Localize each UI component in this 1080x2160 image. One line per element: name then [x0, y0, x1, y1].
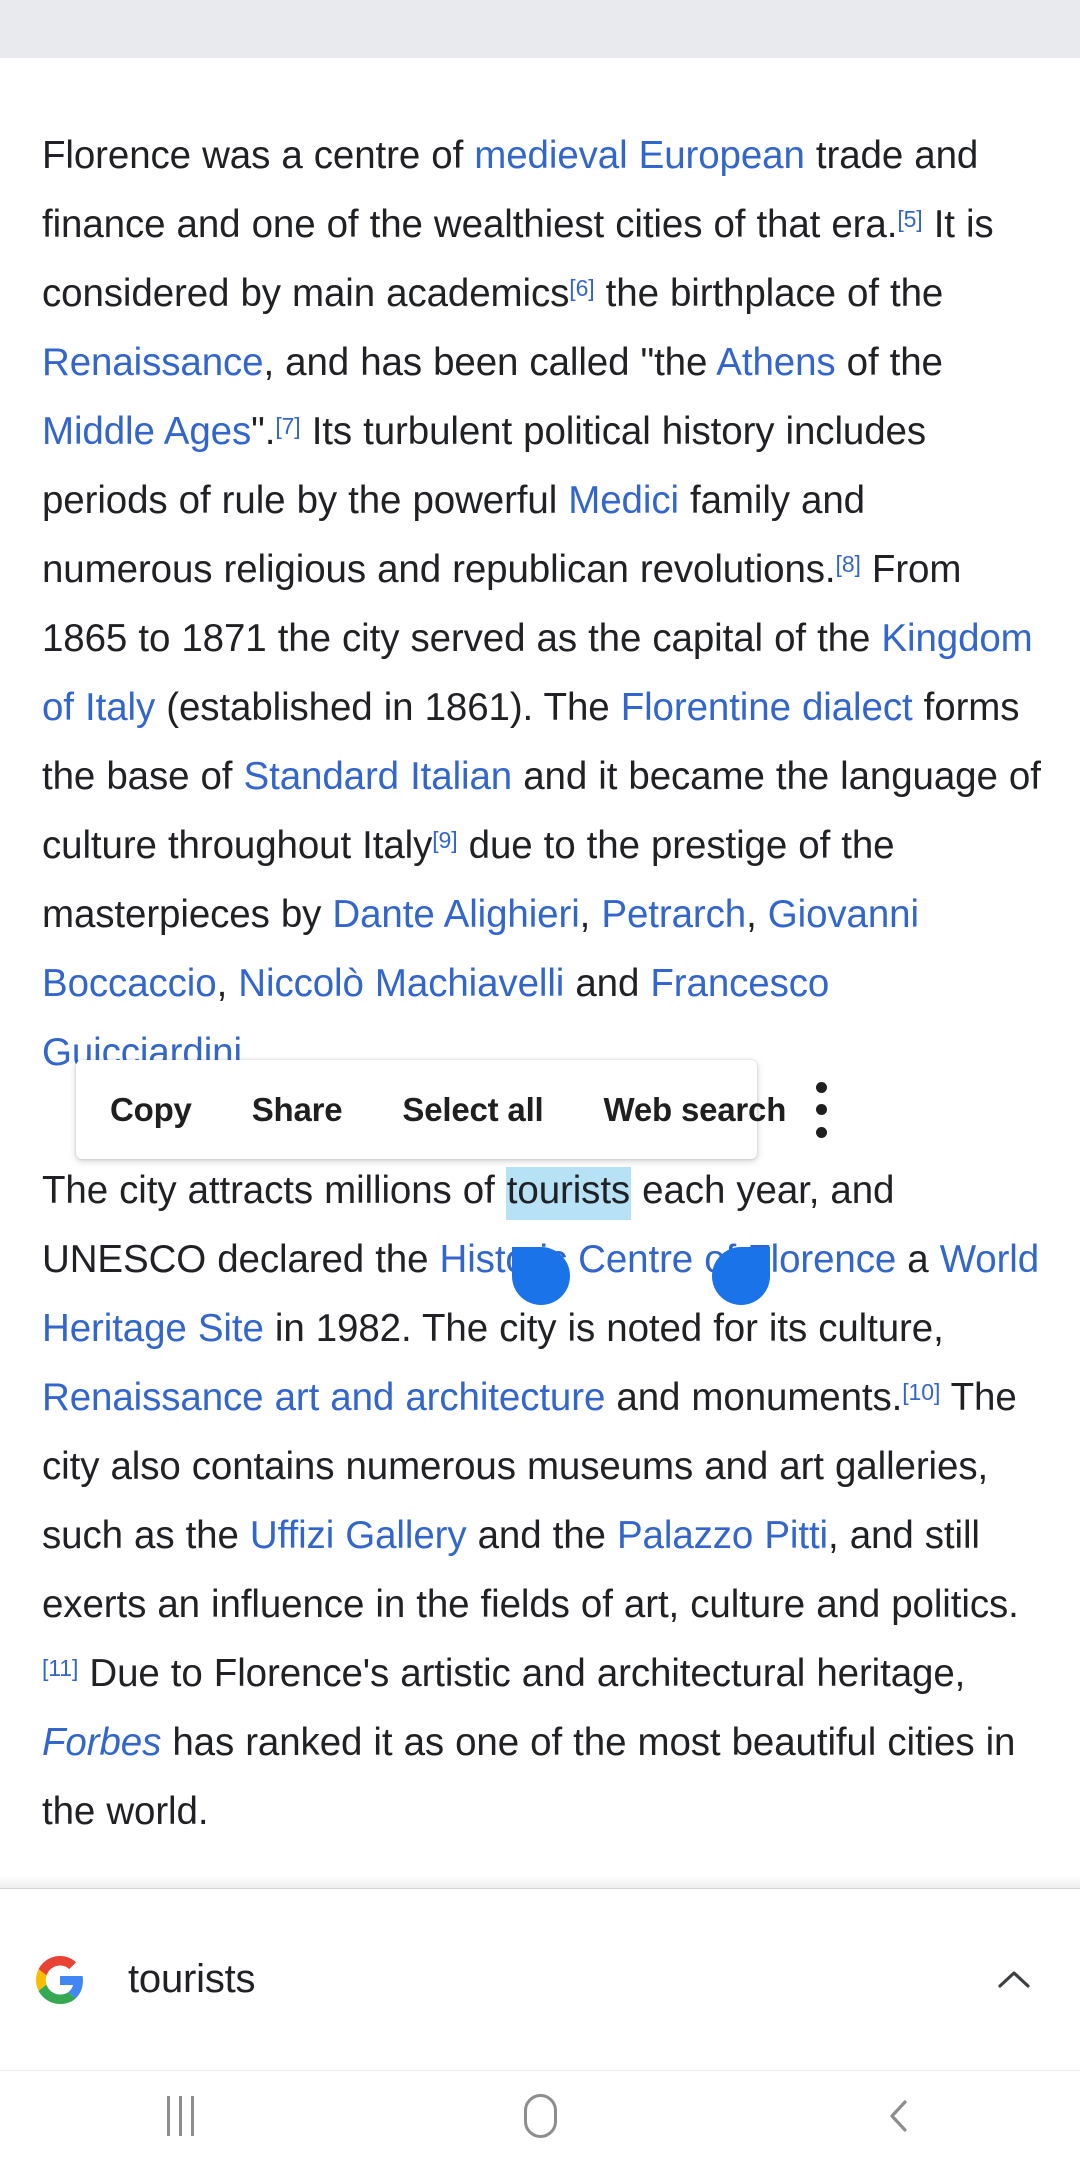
google-search-bar[interactable]: tourists — [0, 1875, 1080, 2070]
citation-ref[interactable]: [5] — [897, 206, 922, 232]
article-link-italic[interactable]: Forbes — [42, 1721, 161, 1764]
citation-ref[interactable]: [11] — [42, 1655, 78, 1681]
article-text: (established in 1861). The — [155, 686, 621, 729]
article-link[interactable]: Historic Centre of Florence — [440, 1238, 897, 1281]
article-text: and monuments. — [605, 1376, 903, 1419]
article-text: and — [564, 962, 651, 1005]
article-link[interactable]: Athens — [716, 341, 835, 384]
text-action-context-menu[interactable]: Copy Share Select all Web search — [76, 1060, 828, 1159]
nav-recents-button[interactable] — [0, 2071, 360, 2160]
citation-ref[interactable]: [7] — [275, 413, 300, 439]
recents-icon — [166, 2095, 194, 2136]
context-menu-item-share[interactable]: Share — [222, 1091, 373, 1129]
home-icon — [523, 2093, 557, 2138]
citation-ref[interactable]: [6] — [569, 275, 594, 301]
article-link[interactable]: Renaissance — [42, 341, 264, 384]
nav-back-button[interactable] — [720, 2071, 1080, 2160]
article-link[interactable]: Uffizi Gallery — [250, 1514, 467, 1557]
screen: Florence was a centre of medieval Europe… — [0, 0, 1080, 2160]
article-text: Florence was a centre of — [42, 134, 475, 177]
article-text: The city attracts millions of — [42, 1169, 506, 1212]
back-chevron-icon — [890, 2099, 907, 2132]
article-link[interactable]: Dante Alighieri — [332, 893, 579, 936]
article-link[interactable]: Renaissance art and architecture — [42, 1376, 605, 1419]
citation-ref[interactable]: [9] — [432, 827, 457, 853]
google-g-icon — [36, 1955, 84, 2004]
article-text: , — [579, 893, 602, 936]
article-text: ". — [251, 410, 276, 453]
android-navigation-bar[interactable] — [0, 2070, 1080, 2160]
article-text: and the — [466, 1514, 617, 1557]
article-link[interactable]: Niccolò Machiavelli — [238, 962, 564, 1005]
article-content[interactable]: Florence was a centre of medieval Europe… — [0, 58, 1080, 1888]
article-link[interactable]: Florentine dialect — [621, 686, 913, 729]
selected-text[interactable]: tourists — [505, 1167, 632, 1220]
citation-ref[interactable]: [10] — [902, 1379, 940, 1405]
selection-handle-right[interactable] — [712, 1247, 770, 1305]
context-menu-item-web-search[interactable]: Web search — [574, 1091, 817, 1129]
selection-handle-left[interactable] — [512, 1247, 570, 1305]
google-search-query[interactable]: tourists — [128, 1957, 256, 2002]
article-text: , and has been called "the — [263, 341, 717, 384]
citation-ref[interactable]: [8] — [836, 551, 861, 577]
article-link[interactable]: medieval European — [474, 134, 805, 177]
chevron-up-icon[interactable] — [992, 1958, 1036, 2002]
status-strip — [0, 0, 1080, 58]
article-link[interactable]: Medici — [568, 479, 679, 522]
context-menu-item-select-all[interactable]: Select all — [372, 1091, 573, 1129]
more-vertical-icon[interactable] — [816, 1081, 828, 1138]
article-link[interactable]: Standard Italian — [244, 755, 513, 798]
nav-home-button[interactable] — [360, 2071, 720, 2160]
article-text: in 1982. The city is noted for its cultu… — [263, 1307, 944, 1350]
article-link[interactable]: Palazzo Pitti — [617, 1514, 828, 1557]
article-text: , — [746, 893, 768, 936]
article-text: , — [216, 962, 239, 1005]
article-link[interactable]: Middle Ages — [42, 410, 251, 453]
article-link[interactable]: Petrarch — [601, 893, 746, 936]
paragraph-1[interactable]: Florence was a centre of medieval Europe… — [42, 121, 1042, 1087]
article-text: a — [896, 1238, 940, 1281]
article-text: has ranked it as one of the most beautif… — [42, 1721, 1016, 1833]
article-text: of the — [835, 341, 943, 384]
context-menu-item-copy[interactable]: Copy — [76, 1091, 222, 1129]
article-text: Due to Florence's artistic and architect… — [78, 1652, 966, 1695]
article-text: the birthplace of the — [594, 272, 944, 315]
